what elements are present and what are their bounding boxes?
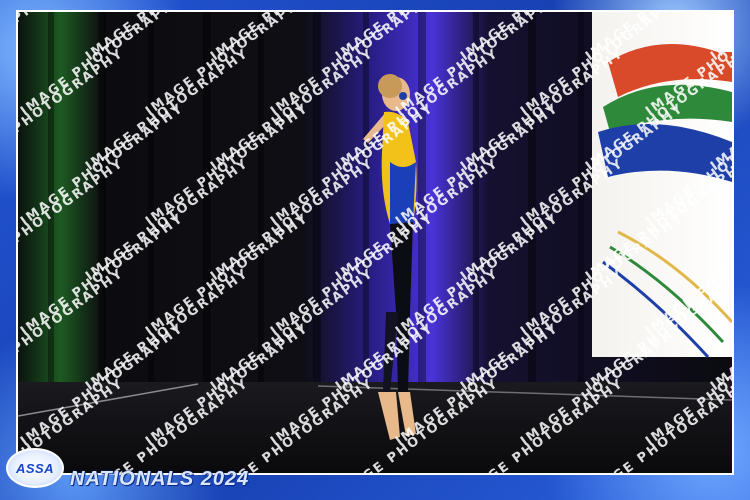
event-title: NATIONALS 2024 (70, 468, 250, 490)
stage-scene (18, 12, 732, 473)
assa-logo: ASSA (6, 448, 64, 488)
logo-text: ASSA (15, 460, 55, 476)
photo-frame: IMAGE PHOTOGRAPHYIMAGE PHOTOGRAPHYIMAGE … (0, 0, 750, 500)
event-photo: IMAGE PHOTOGRAPHYIMAGE PHOTOGRAPHYIMAGE … (16, 10, 734, 475)
flag-banner (592, 12, 732, 359)
